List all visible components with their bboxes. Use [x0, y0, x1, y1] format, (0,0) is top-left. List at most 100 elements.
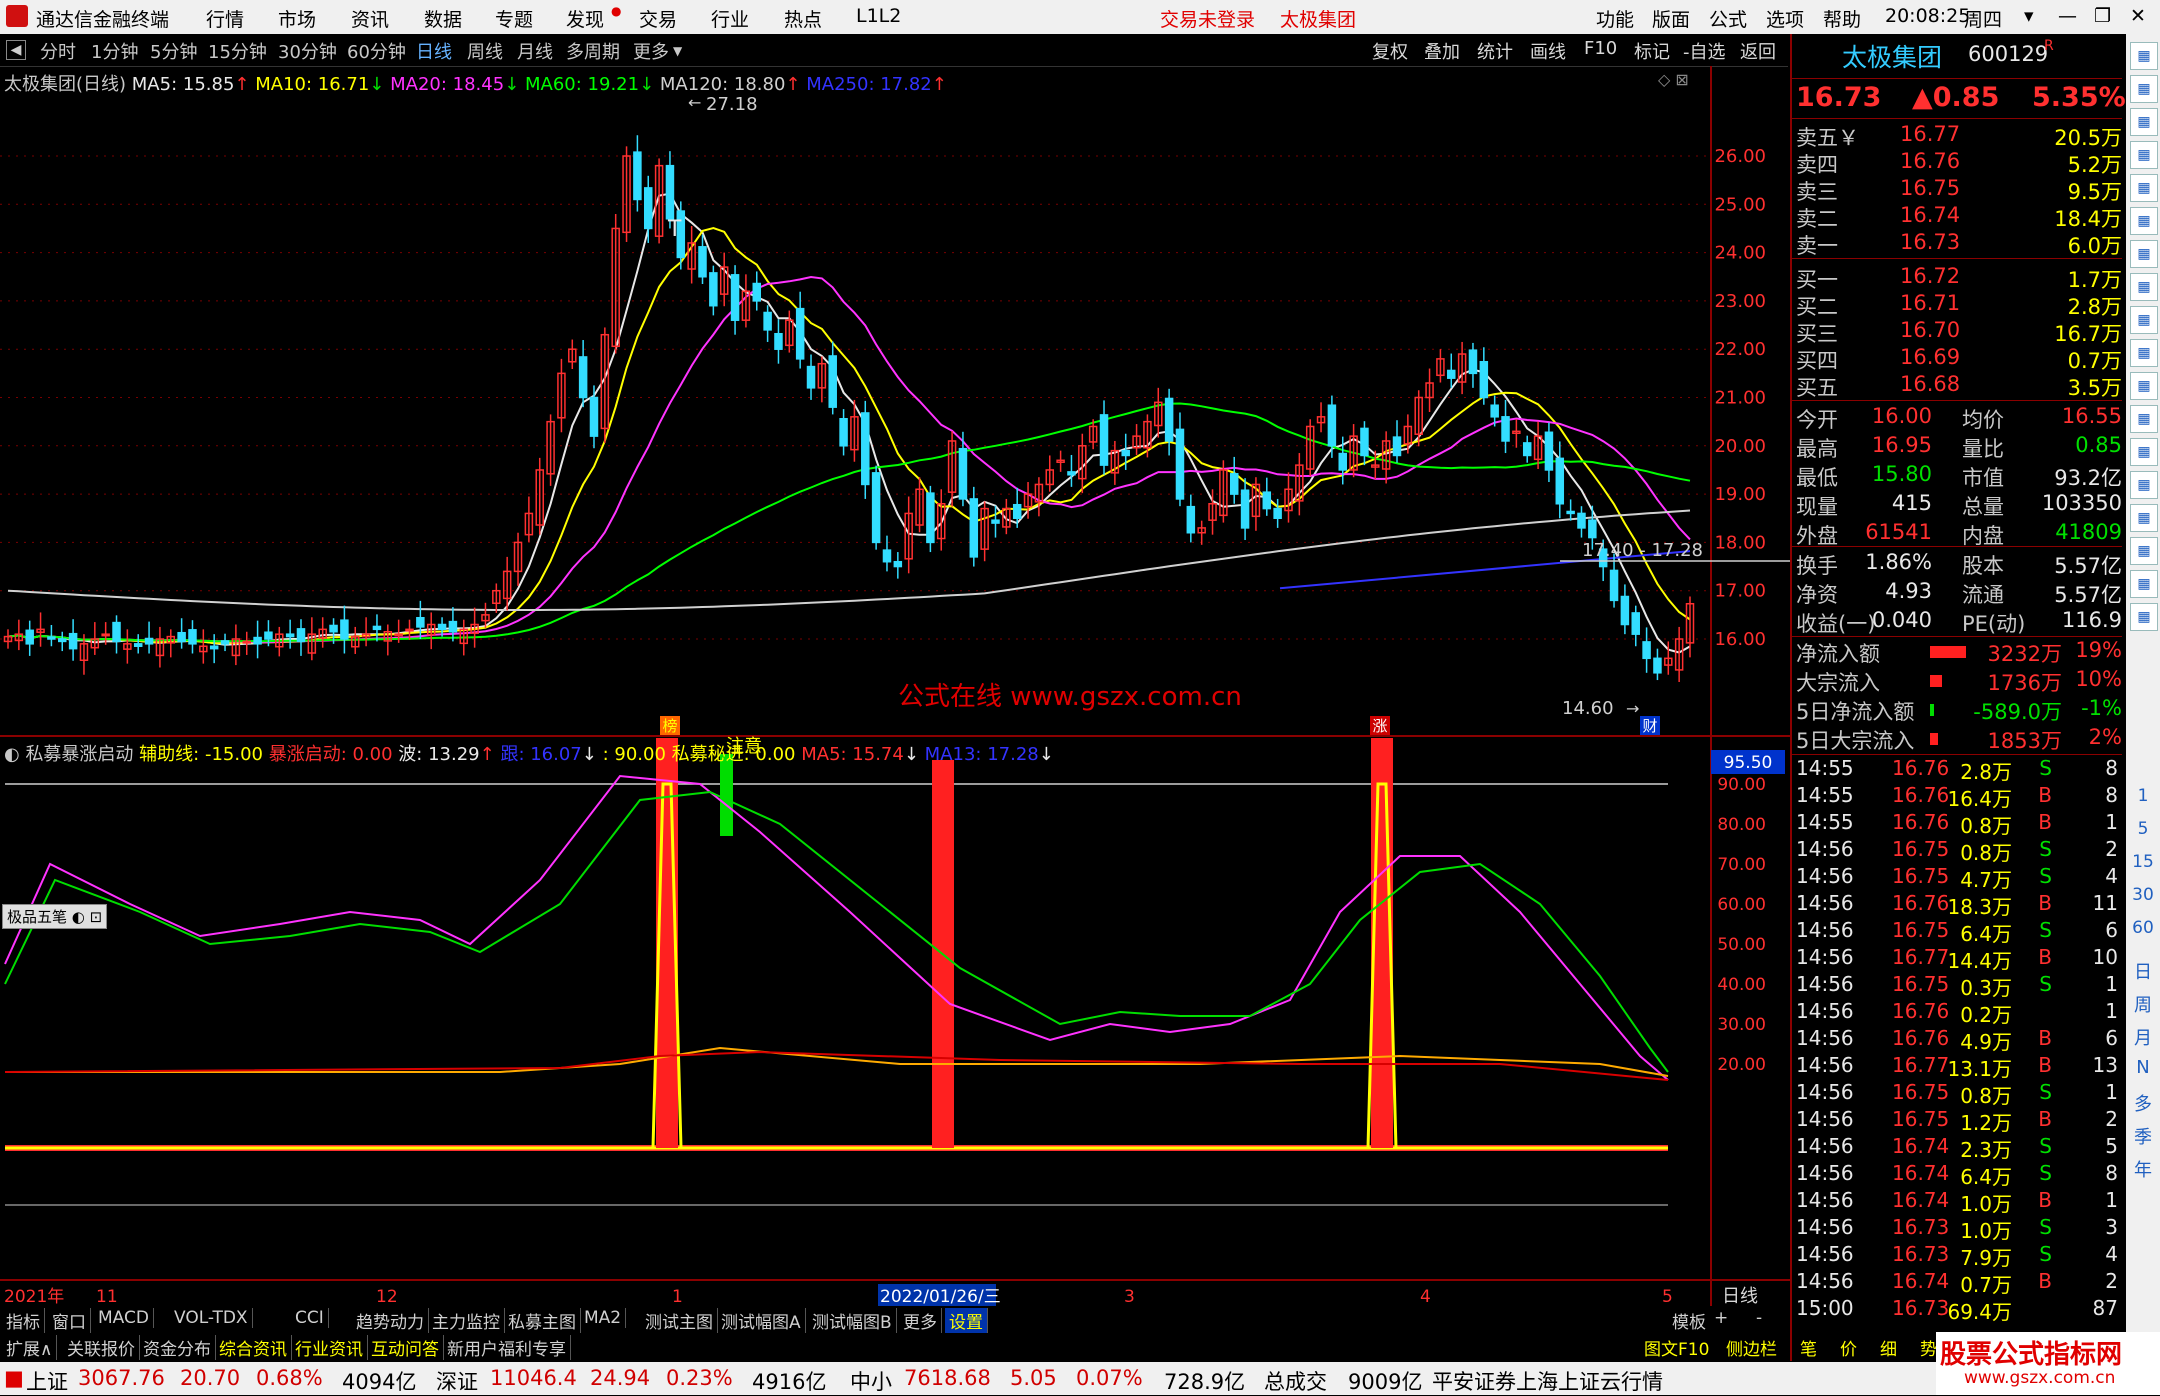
up-icon[interactable]: ▦ — [2130, 75, 2158, 103]
restore-down-icon[interactable]: ▾ — [2024, 5, 2034, 27]
f2-icon[interactable]: ▦ — [2130, 405, 2158, 433]
tab-right-0[interactable]: 模板 — [1668, 1308, 1710, 1333]
tool-diejia[interactable]: 叠加 — [1424, 38, 1460, 64]
period-15min[interactable]: 15分钟 — [208, 38, 267, 64]
collapse-icon[interactable]: ◀ — [6, 40, 26, 60]
menu-banmian[interactable]: 版面 — [1652, 5, 1690, 32]
period-daily[interactable]: 日线 — [416, 38, 452, 64]
menu-gongneng[interactable]: 功能 — [1596, 5, 1634, 32]
fib-icon[interactable]: ▦ — [2130, 306, 2158, 334]
flow-row[interactable]: 5日净流入额 -589.0万 -1% — [1792, 696, 2122, 724]
menu-faxian[interactable]: 发现 — [566, 5, 604, 32]
globe-icon[interactable]: ▦ — [2130, 471, 2158, 499]
menu-xuanxiang[interactable]: 选项 — [1766, 5, 1804, 32]
rsi-icon[interactable]: ▦ — [2130, 504, 2158, 532]
period-monthly[interactable]: 月线 — [517, 38, 553, 64]
side-period-btn[interactable]: 月 — [2126, 1024, 2160, 1050]
ext-tab-6[interactable]: 新用户福利专享 — [443, 1335, 571, 1360]
flow-row[interactable]: 5日大宗流入 1853万 2% — [1792, 725, 2122, 753]
pen-icon[interactable]: ▦ — [2130, 570, 2158, 598]
side-period-btn[interactable]: N — [2126, 1057, 2160, 1078]
side-period-num[interactable]: 5 — [2126, 819, 2160, 839]
server-name[interactable]: 平安证券上海上证云行情 — [1432, 1366, 1663, 1396]
tool-huaxian[interactable]: 画线 — [1530, 38, 1566, 64]
tab-1[interactable]: 窗口 — [48, 1308, 91, 1333]
side-period-btn[interactable]: 日 — [2126, 958, 2160, 984]
sz-label[interactable]: 深证 — [436, 1366, 478, 1396]
tool-fanhui[interactable]: 返回 — [1740, 38, 1776, 64]
tab-7[interactable]: 私募主图 — [504, 1308, 581, 1333]
ext-tab-4[interactable]: 行业资讯 — [291, 1335, 368, 1360]
tool-f10[interactable]: F10 — [1584, 38, 1617, 59]
chart-options-icons[interactable]: ◇ ⊠ — [1658, 70, 1689, 89]
menu-shichang[interactable]: 市场 — [278, 5, 316, 32]
menu-shuju[interactable]: 数据 — [424, 5, 462, 32]
tool-fuquan[interactable]: 复权 — [1372, 38, 1408, 64]
ext-right-tab-3[interactable]: 价 — [1836, 1335, 1861, 1360]
tool-biaoji[interactable]: 标记 — [1634, 38, 1670, 64]
ime-toolbar[interactable]: 极品五笔 ◐ ⊡ — [2, 904, 108, 929]
f10-icon[interactable]: ▦ — [2130, 372, 2158, 400]
close-icon[interactable]: ✕ — [2130, 5, 2146, 27]
doc-icon[interactable]: ▦ — [2130, 339, 2158, 367]
circle-icon[interactable]: ▦ — [2130, 438, 2158, 466]
tab-right-2[interactable]: - — [1752, 1308, 1766, 1328]
side-period-btn[interactable]: 季 — [2126, 1123, 2160, 1149]
sh-label[interactable]: 上证 — [26, 1366, 68, 1396]
period-fenshi[interactable]: 分时 — [40, 38, 76, 64]
chart-icon[interactable]: ▦ — [2130, 207, 2158, 235]
tab-11[interactable]: 测试幅图B — [808, 1308, 897, 1333]
kline-icon[interactable]: ▦ — [2130, 240, 2158, 268]
tab-0[interactable]: 指标 — [2, 1308, 45, 1333]
side-period-num[interactable]: 30 — [2126, 885, 2160, 905]
more-dropdown-icon[interactable]: ▼ — [673, 44, 682, 58]
ext-tab-0[interactable]: 扩展∧ — [2, 1335, 58, 1360]
side-period-btn[interactable]: 年 — [2126, 1156, 2160, 1182]
list-icon[interactable]: ▦ — [2130, 273, 2158, 301]
period-60min[interactable]: 60分钟 — [347, 38, 406, 64]
menu-hangye[interactable]: 行业 — [711, 5, 749, 32]
tab-4[interactable]: CCI — [291, 1308, 329, 1328]
ext-right-tab-4[interactable]: 细 — [1876, 1335, 1901, 1360]
menu-jiaoyi[interactable]: 交易 — [639, 5, 677, 32]
menu-hangqing[interactable]: 行情 — [206, 5, 244, 32]
left-icon[interactable]: ▦ — [2130, 141, 2158, 169]
flow-row[interactable]: 净流入额 3232万 19% — [1792, 638, 2122, 666]
ext-tab-5[interactable]: 互动问答 — [367, 1335, 444, 1360]
period-5min[interactable]: 5分钟 — [150, 38, 197, 64]
side-period-btn[interactable]: 多 — [2126, 1090, 2160, 1116]
tab-6[interactable]: 主力监控 — [428, 1308, 505, 1333]
menu-l1l2[interactable]: L1L2 — [856, 5, 901, 27]
tab-10[interactable]: 测试幅图A — [717, 1308, 806, 1333]
menu-bangzhu[interactable]: 帮助 — [1823, 5, 1861, 32]
tab-12[interactable]: 更多 — [899, 1308, 942, 1333]
minimize-icon[interactable]: — — [2058, 5, 2077, 27]
flow-row[interactable]: 大宗流入 1736万 10% — [1792, 667, 2122, 695]
period-weekly[interactable]: 周线 — [467, 38, 503, 64]
tool-tongji[interactable]: 统计 — [1477, 38, 1513, 64]
ext-tab-2[interactable]: 资金分布 — [139, 1335, 216, 1360]
side-period-num[interactable]: 15 — [2126, 852, 2160, 872]
tab-13[interactable]: 设置 — [945, 1308, 988, 1333]
tab-3[interactable]: VOL-TDX — [170, 1308, 253, 1328]
down-icon[interactable]: ▦ — [2130, 108, 2158, 136]
tab-9[interactable]: 测试主图 — [641, 1308, 718, 1333]
tab-5[interactable]: 趋势动力 — [352, 1308, 429, 1333]
move-icon[interactable]: ▦ — [2130, 537, 2158, 565]
side-period-num[interactable]: 1 — [2126, 786, 2160, 806]
menu-zixun[interactable]: 资讯 — [351, 5, 389, 32]
ext-tab-1[interactable]: 关联报价 — [63, 1335, 140, 1360]
period-more[interactable]: 更多 — [633, 38, 669, 64]
tool-zixuan[interactable]: -自选 — [1683, 38, 1726, 64]
period-30min[interactable]: 30分钟 — [278, 38, 337, 64]
tab-2[interactable]: MACD — [94, 1308, 154, 1328]
maximize-icon[interactable]: ❐ — [2094, 5, 2111, 27]
tab-8[interactable]: MA2 — [580, 1308, 627, 1328]
home-icon[interactable]: ▦ — [2130, 42, 2158, 70]
grid-icon[interactable]: ▦ — [2130, 174, 2158, 202]
menu-gongshi[interactable]: 公式 — [1709, 5, 1747, 32]
tab-right-1[interactable]: + — [1710, 1308, 1732, 1328]
fs-icon[interactable]: ▦ — [2130, 603, 2158, 631]
ext-tab-3[interactable]: 综合资讯 — [215, 1335, 292, 1360]
side-period-btn[interactable]: 周 — [2126, 991, 2160, 1017]
